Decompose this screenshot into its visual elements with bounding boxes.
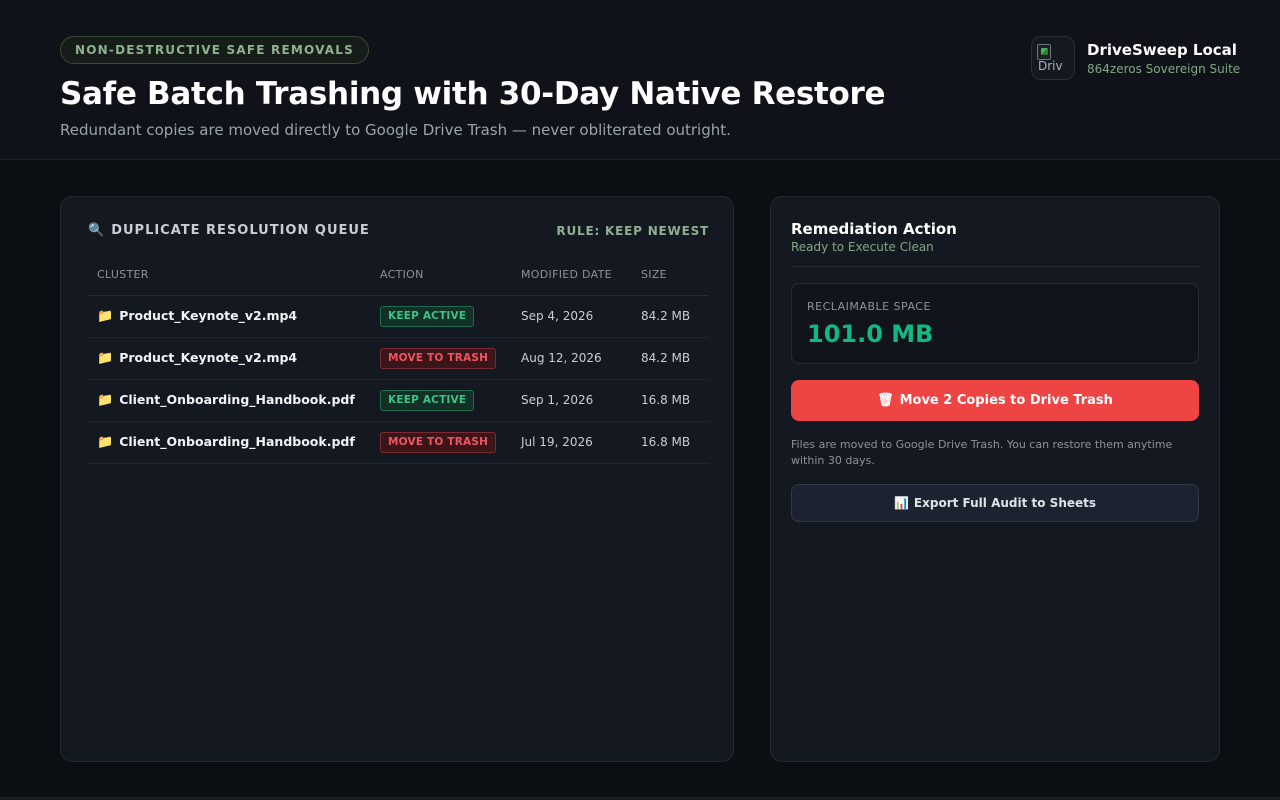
brand-tagline: 864zeros Sovereign Suite <box>1087 62 1241 76</box>
action-cell: KEEP ACTIVE <box>370 379 511 422</box>
table-row[interactable]: 📁 Client_Onboarding_Handbook.pdf MOVE TO … <box>87 421 709 464</box>
keep-active-badge[interactable]: KEEP ACTIVE <box>380 305 475 327</box>
file-name: Product_Keynote_v2.mp4 <box>119 350 298 365</box>
table-row[interactable]: 📁 Product_Keynote_v2.mp4 KEEP ACTIVE Sep … <box>87 295 709 338</box>
brand-logo: Driv <box>1031 36 1075 80</box>
brand-logo-alt: Driv <box>1038 59 1063 73</box>
file-name: Client_Onboarding_Handbook.pdf <box>119 392 355 407</box>
column-header-action: ACTION <box>370 255 511 296</box>
brand-block: Driv DriveSweep Local 864zeros Sovereign… <box>1031 36 1240 80</box>
reclaimable-space-value: 101.0 MB <box>807 320 934 348</box>
modified-date-cell: Aug 12, 2026 <box>511 337 631 380</box>
move-to-drive-trash-button[interactable]: 🗑 Move 2 Copies to Drive Trash <box>791 380 1199 421</box>
size-cell: 16.8 MB <box>631 421 709 464</box>
remediation-title: Remediation Action <box>791 220 957 238</box>
move-to-trash-badge[interactable]: MOVE TO TRASH <box>380 431 497 453</box>
modified-date-cell: Jul 19, 2026 <box>511 421 631 464</box>
keep-rule-label: RULE: KEEP NEWEST <box>556 224 709 238</box>
folder-icon: 📁 <box>97 435 114 450</box>
safe-removals-pill: NON-DESTRUCTIVE SAFE REMOVALS <box>60 36 369 64</box>
table-row[interactable]: 📁 Client_Onboarding_Handbook.pdf KEEP ACT… <box>87 379 709 422</box>
keep-active-badge[interactable]: KEEP ACTIVE <box>380 389 475 411</box>
reclaimable-space-label: RECLAIMABLE SPACE <box>807 300 931 313</box>
page-title: Safe Batch Trashing with 30-Day Native R… <box>60 76 886 112</box>
divider <box>791 266 1199 267</box>
column-header-size: SIZE <box>631 255 709 296</box>
modified-date-cell: Sep 4, 2026 <box>511 295 631 338</box>
restore-note: Files are moved to Google Drive Trash. Y… <box>791 438 1173 467</box>
page-subtitle: Redundant copies are moved directly to G… <box>60 121 731 139</box>
page-header: NON-DESTRUCTIVE SAFE REMOVALS Safe Batch… <box>0 0 1280 160</box>
action-cell: MOVE TO TRASH <box>370 337 511 380</box>
size-cell: 84.2 MB <box>631 295 709 338</box>
move-to-drive-trash-label: Move 2 Copies to Drive Trash <box>899 393 1113 408</box>
file-name: Product_Keynote_v2.mp4 <box>119 308 298 323</box>
export-audit-button[interactable]: 📊 Export Full Audit to Sheets <box>791 484 1199 522</box>
column-header-modified-date: MODIFIED DATE <box>511 255 631 296</box>
file-name-cell: 📁 Product_Keynote_v2.mp4 <box>87 337 370 380</box>
file-name-cell: 📁 Client_Onboarding_Handbook.pdf <box>87 379 370 422</box>
queue-title-text: DUPLICATE RESOLUTION QUEUE <box>111 223 370 238</box>
bar-chart-icon: 📊 <box>893 496 909 510</box>
brand-name: DriveSweep Local <box>1087 41 1237 59</box>
folder-icon: 📁 <box>97 351 114 366</box>
duplicate-table: CLUSTER ACTION MODIFIED DATE SIZE 📁 Produ… <box>87 255 709 464</box>
table-row[interactable]: 📁 Product_Keynote_v2.mp4 MOVE TO TRASH Au… <box>87 337 709 380</box>
duplicate-queue-panel: 🔍 DUPLICATE RESOLUTION QUEUE RULE: KEEP N… <box>60 196 734 762</box>
magnifier-icon: 🔍 <box>88 223 106 238</box>
trash-icon: 🗑 <box>877 393 894 408</box>
reclaimable-space-card: RECLAIMABLE SPACE 101.0 MB <box>791 283 1199 364</box>
size-cell: 84.2 MB <box>631 337 709 380</box>
action-cell: MOVE TO TRASH <box>370 421 511 464</box>
folder-icon: 📁 <box>97 393 114 408</box>
export-audit-label: Export Full Audit to Sheets <box>913 496 1097 510</box>
move-to-trash-badge[interactable]: MOVE TO TRASH <box>380 347 497 369</box>
size-cell: 16.8 MB <box>631 379 709 422</box>
file-name-cell: 📁 Product_Keynote_v2.mp4 <box>87 295 370 338</box>
file-name-cell: 📁 Client_Onboarding_Handbook.pdf <box>87 421 370 464</box>
file-name: Client_Onboarding_Handbook.pdf <box>119 434 355 449</box>
modified-date-cell: Sep 1, 2026 <box>511 379 631 422</box>
broken-image-icon <box>1037 44 1051 60</box>
column-header-cluster: CLUSTER <box>87 255 370 296</box>
action-cell: KEEP ACTIVE <box>370 295 511 338</box>
remediation-panel: Remediation Action Ready to Execute Clea… <box>770 196 1220 762</box>
table-header-row: CLUSTER ACTION MODIFIED DATE SIZE <box>87 255 709 296</box>
remediation-status: Ready to Execute Clean <box>791 240 934 254</box>
folder-icon: 📁 <box>97 309 114 324</box>
queue-title: 🔍 DUPLICATE RESOLUTION QUEUE <box>88 223 370 238</box>
